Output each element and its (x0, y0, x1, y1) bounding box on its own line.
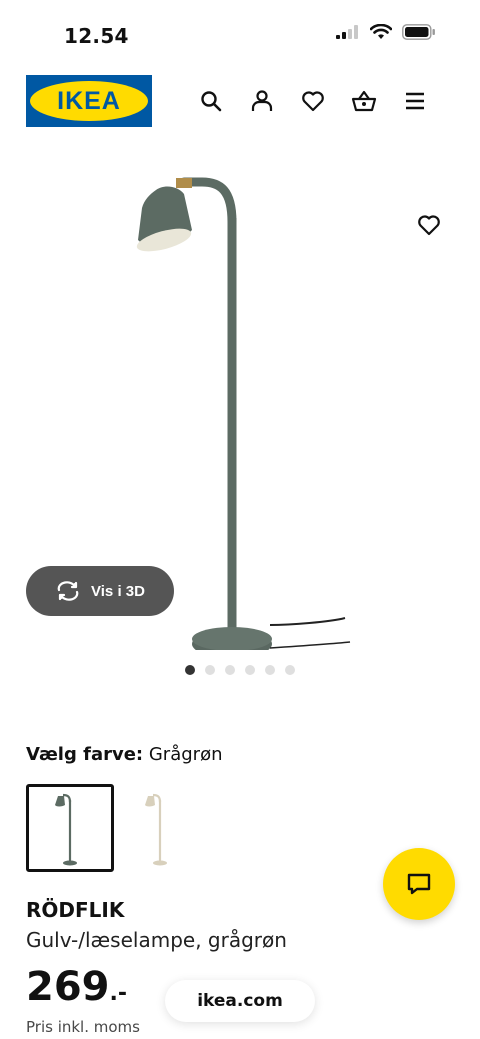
signal-icon (336, 25, 358, 39)
menu-icon (405, 92, 424, 110)
selected-color-name: Grågrøn (148, 744, 223, 765)
search-button[interactable] (185, 85, 236, 117)
rotate-3d-icon (57, 581, 79, 601)
price-suffix: .- (109, 981, 128, 1006)
search-icon (200, 91, 221, 112)
status-time: 12.54 (64, 24, 129, 48)
product-price: 269.- (26, 964, 127, 1010)
pagination-dot[interactable] (225, 665, 235, 675)
product-description: Gulv-/læselampe, grågrøn (26, 928, 287, 952)
wifi-icon (370, 24, 392, 39)
pagination-dot[interactable] (185, 665, 195, 675)
pagination-dot[interactable] (285, 665, 295, 675)
price-note: Pris inkl. moms (26, 1018, 140, 1036)
pagination-dot[interactable] (205, 665, 215, 675)
basket-icon (351, 90, 376, 112)
view-3d-button[interactable]: Vis i 3D (26, 566, 174, 616)
color-swatches (26, 784, 204, 872)
heart-icon (418, 215, 440, 236)
chat-button[interactable] (383, 848, 455, 920)
logo-text: IKEA (57, 87, 121, 115)
swatch-beige[interactable] (116, 784, 204, 872)
swatch-gragron[interactable] (26, 784, 114, 872)
account-icon (251, 90, 272, 111)
basket-button[interactable] (338, 85, 389, 117)
ikea-logo[interactable]: IKEA (26, 75, 152, 127)
wishlist-button[interactable] (287, 85, 338, 117)
chat-icon (407, 873, 431, 895)
account-button[interactable] (236, 85, 287, 117)
header-nav (185, 85, 440, 117)
product-name: RÖDFLIK (26, 898, 125, 922)
wishlist-icon (301, 91, 324, 112)
gallery-pagination (0, 665, 480, 675)
pagination-dot[interactable] (245, 665, 255, 675)
color-label-prefix: Vælg farve: (26, 744, 144, 765)
price-amount: 269 (26, 964, 110, 1010)
battery-icon (402, 24, 435, 40)
status-icons (336, 24, 436, 40)
view-3d-label: Vis i 3D (91, 582, 145, 600)
browser-url-bar[interactable]: ikea.com (165, 980, 315, 1022)
pagination-dot[interactable] (265, 665, 275, 675)
status-bar: 12.54 (0, 0, 480, 70)
menu-button[interactable] (389, 85, 440, 117)
site-header: IKEA (0, 70, 480, 132)
swatch-image-beige (145, 793, 167, 866)
swatch-image-gragron (55, 793, 77, 866)
product-gallery[interactable]: Vis i 3D (0, 150, 480, 670)
color-selector-label: Vælg farve: Grågrøn (26, 744, 223, 765)
favorite-button[interactable] (414, 210, 444, 240)
